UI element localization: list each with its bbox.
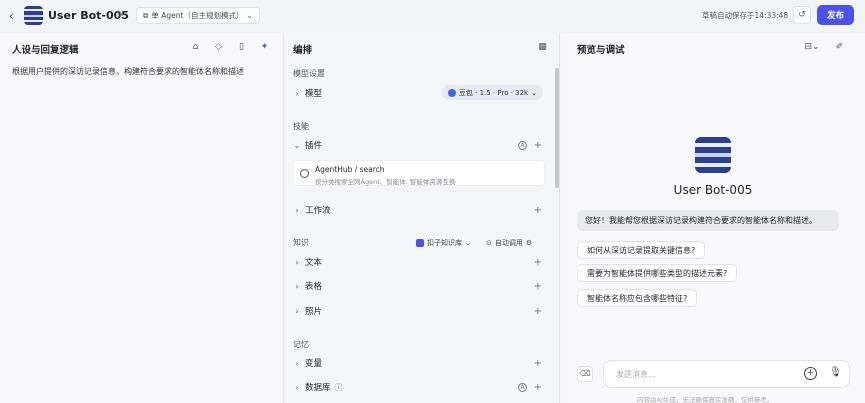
add-attachment-icon[interactable]: + <box>804 367 817 380</box>
chevron-down-icon: ⌄ <box>293 140 301 150</box>
ai-disclaimer: 内容由AI生成，无法确保真实准确，仅供参考。 <box>637 396 774 403</box>
kb-source-select[interactable]: 扣子知识库 ⌄ <box>416 238 471 248</box>
model-value: 豆包 · 1.5 · Pro · 32k <box>458 88 529 97</box>
message-input-box[interactable]: + 🎙 <box>603 360 850 388</box>
suggestion-chip[interactable]: 如何从深访记录提取关键信息? <box>577 241 706 259</box>
suggestion-chip[interactable]: 智能体名称应包含哪些特征? <box>577 289 698 307</box>
chevron-right-icon: › <box>295 88 299 98</box>
agent-mode-icon: ⧉ <box>143 10 149 20</box>
settings-icon: ⚙ <box>525 239 533 247</box>
grid-icon[interactable]: ▦ <box>537 42 548 53</box>
agent-mode-label: 单 Agent（自主规划模式） <box>151 11 244 20</box>
add-database-icon[interactable]: + <box>534 382 542 393</box>
auto-icon[interactable]: A <box>518 382 527 392</box>
kb-mode-select[interactable]: ⊙ 自动调用 ⚙ <box>486 238 532 248</box>
text-label: 文本 <box>305 258 323 268</box>
chevron-down-icon: ⌄ <box>246 11 253 20</box>
agent-mode-select[interactable]: ⧉ 单 Agent（自主规划模式） ⌄ <box>136 7 260 24</box>
persona-prompt-text[interactable]: 根据用户提供的深访记录信息，构建符合要求的智能体名称和描述 <box>12 66 244 77</box>
knowledge-section-label: 知识 <box>293 238 309 247</box>
chevron-right-icon: › <box>295 205 299 215</box>
orchestration-title: 编排 <box>293 45 313 56</box>
scrollbar[interactable] <box>555 68 559 188</box>
preview-panel: 预览与调试 ⊟⌄ ✐ User Bot-005 您好！我能帮您根据深访记录构建符… <box>561 33 865 403</box>
add-table-icon[interactable]: + <box>534 281 542 292</box>
message-input[interactable] <box>616 367 796 381</box>
top-bar: ‹ User Bot-005 ✎ ⧉ 单 Agent（自主规划模式） ⌄ 草稿自… <box>0 0 865 32</box>
add-photo-icon[interactable]: + <box>534 306 542 317</box>
database-row[interactable]: › 数据库 ⓘ A + <box>291 377 545 397</box>
model-row[interactable]: › 模型 豆包 · 1.5 · Pro · 32k ⌄ <box>291 83 545 103</box>
back-arrow-icon[interactable]: ‹ <box>9 9 21 23</box>
greeting-message: 您好！我能帮您根据深访记录构建符合要求的智能体名称和描述。 <box>577 210 839 231</box>
chevron-right-icon: › <box>295 382 299 392</box>
clear-chat-icon[interactable]: ⌫ <box>577 366 593 382</box>
kb-source-label: 扣子知识库 <box>427 239 462 247</box>
add-plugin-icon[interactable]: + <box>534 140 542 151</box>
preview-title: 预览与调试 <box>577 45 625 56</box>
model-label: 模型 <box>305 89 323 99</box>
history-button[interactable]: ↺ <box>793 6 811 24</box>
photo-label: 照片 <box>305 307 323 317</box>
text-row[interactable]: › 文本 + <box>291 252 545 272</box>
info-icon[interactable]: ⓘ <box>335 382 343 393</box>
plugin-icon <box>300 169 309 178</box>
plugin-title: AgentHub / search <box>315 165 385 174</box>
database-label: 数据库 <box>305 383 331 393</box>
variable-label: 变量 <box>305 359 323 369</box>
orchestration-panel: 编排 ▦ 模型设置 › 模型 豆包 · 1.5 · Pro · 32k ⌄ 技能… <box>285 33 560 403</box>
bot-logo <box>24 6 43 25</box>
microphone-icon[interactable]: 🎙 <box>829 367 842 381</box>
photo-row[interactable]: › 照片 + <box>291 301 545 321</box>
add-workflow-icon[interactable]: + <box>534 205 542 216</box>
add-variable-icon[interactable]: + <box>534 358 542 369</box>
suggestion-chip[interactable]: 需要为智能体提供哪些类型的描述元素? <box>577 264 738 282</box>
plugins-label: 插件 <box>305 141 323 151</box>
chevron-down-icon: ⌄ <box>531 88 537 97</box>
publish-button[interactable]: 发布 <box>817 5 854 25</box>
debug-view-icon[interactable]: ⊟⌄ <box>802 42 822 53</box>
workflow-row[interactable]: › 工作流 + <box>291 200 545 220</box>
auto-icon[interactable]: A <box>518 140 527 150</box>
edit-icon[interactable]: ✎ <box>116 10 126 20</box>
chevron-right-icon: › <box>295 306 299 316</box>
clean-icon[interactable]: ✐ <box>834 42 845 53</box>
memory-section-label: 记忆 <box>293 340 309 349</box>
add-text-icon[interactable]: + <box>534 257 542 268</box>
kb-mode-label: 自动调用 <box>494 239 523 247</box>
plugin-description: 按分类搜索全网Agent、智能体, 智能体资源互换 <box>315 178 456 186</box>
variable-row[interactable]: › 变量 + <box>291 353 545 373</box>
chevron-right-icon: › <box>295 281 299 291</box>
ai-optimize-icon[interactable]: ✦ <box>259 42 270 53</box>
persona-title: 人设与回复逻辑 <box>12 45 79 56</box>
model-section-label: 模型设置 <box>293 69 325 78</box>
layout-icon[interactable]: ▯ <box>236 42 247 53</box>
history-icon: ↺ <box>798 10 806 20</box>
chevron-right-icon: › <box>295 257 299 267</box>
bot-avatar <box>695 137 731 173</box>
preview-bot-name: User Bot-005 <box>673 183 753 197</box>
workflow-label: 工作流 <box>305 206 331 216</box>
table-label: 表格 <box>305 282 323 292</box>
plugins-row[interactable]: ⌄ 插件 A + <box>291 135 545 155</box>
auto-call-icon: ⊙ <box>486 239 492 247</box>
model-select[interactable]: 豆包 · 1.5 · Pro · 32k ⌄ <box>441 85 543 100</box>
template-icon[interactable]: ⌂ <box>190 42 201 53</box>
tag-icon[interactable]: ◇ <box>213 42 224 53</box>
autosave-status: 草稿自动保存于14:33:48 <box>702 11 789 20</box>
chevron-down-icon: ⌄ <box>465 239 471 247</box>
chevron-right-icon: › <box>295 358 299 368</box>
doubao-icon <box>447 88 456 97</box>
persona-panel: 人设与回复逻辑 ⌂ ◇ ▯ ✦ 根据用户提供的深访记录信息，构建符合要求的智能体… <box>0 33 284 403</box>
plugin-card[interactable]: AgentHub / search 按分类搜索全网Agent、智能体, 智能体资… <box>293 160 545 186</box>
kb-icon <box>416 239 424 247</box>
table-row[interactable]: › 表格 + <box>291 276 545 296</box>
skills-section-label: 技能 <box>293 122 309 131</box>
